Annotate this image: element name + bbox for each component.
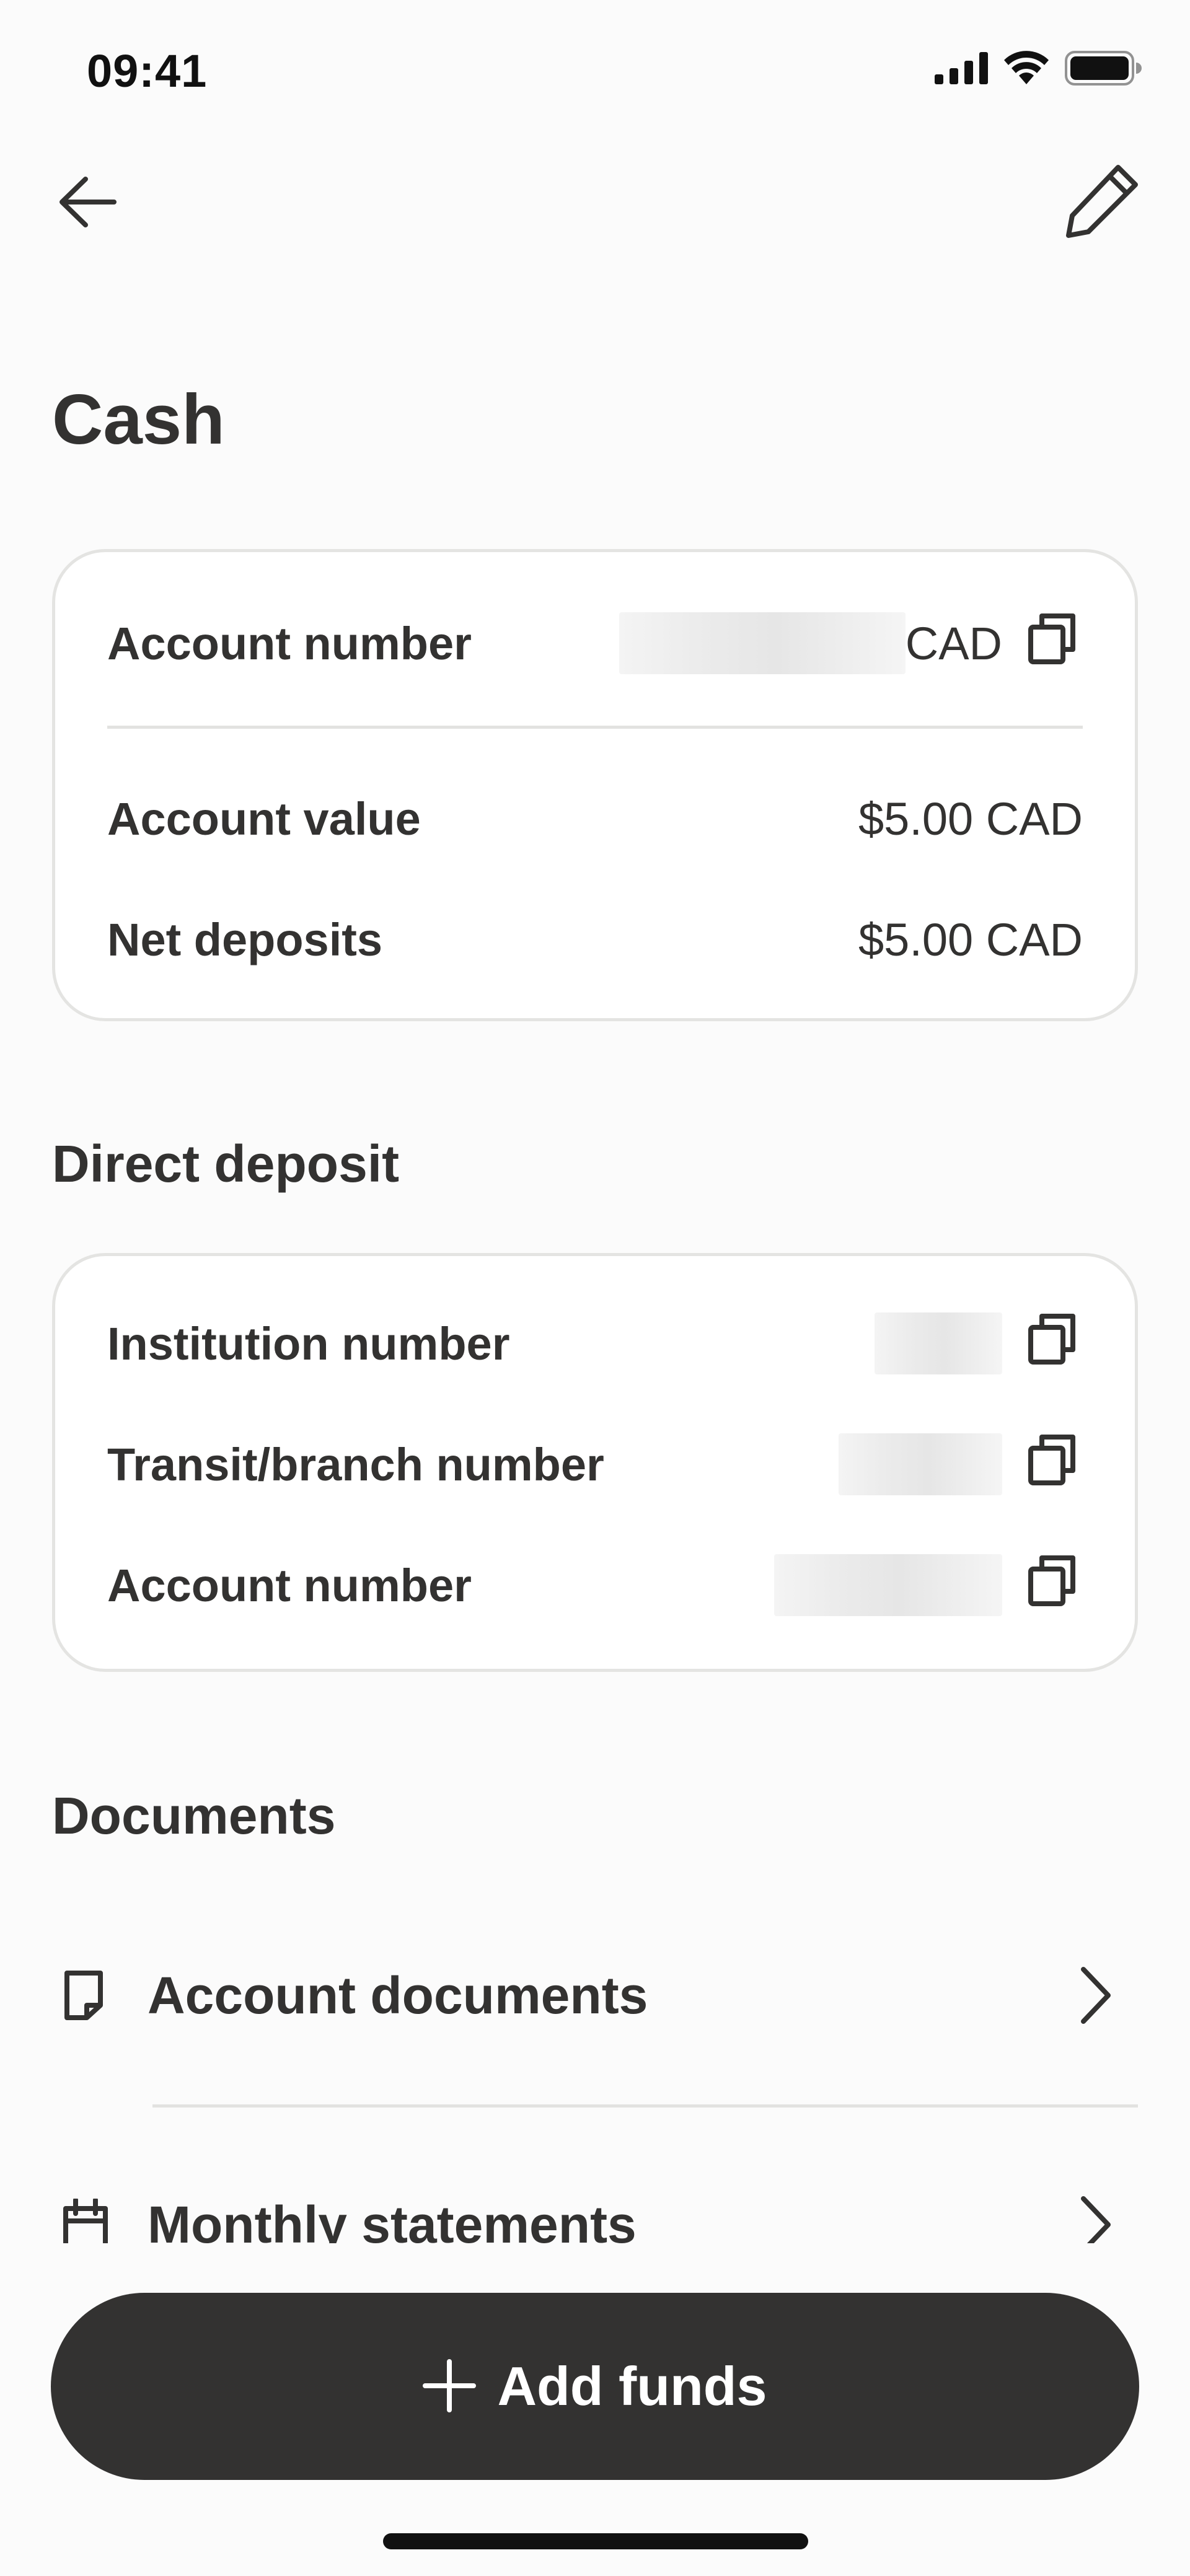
card-divider xyxy=(107,726,1083,729)
account-value-row: Account value $5.00 CAD xyxy=(107,785,1083,853)
pencil-icon xyxy=(1064,162,1140,242)
add-funds-button[interactable]: Add funds xyxy=(51,2293,1139,2480)
account-value-label: Account value xyxy=(107,793,421,845)
plus-icon xyxy=(423,2358,477,2414)
document-icon xyxy=(52,1961,120,2029)
account-summary-card: Account number CAD Account value $5.00 C… xyxy=(52,549,1138,1021)
account-documents-label: Account documents xyxy=(148,1966,648,2024)
redacted-institution-number xyxy=(875,1312,1002,1374)
copy-icon xyxy=(1027,1554,1077,1617)
institution-number-row: Institution number xyxy=(107,1309,1083,1378)
wifi-icon xyxy=(1003,51,1050,89)
home-indicator xyxy=(383,2533,808,2549)
account-documents-item[interactable]: Account documents xyxy=(52,1933,1138,2057)
institution-number-label: Institution number xyxy=(107,1317,510,1369)
copy-icon xyxy=(1027,612,1077,675)
redacted-account-number xyxy=(619,612,906,674)
back-button[interactable] xyxy=(45,160,131,247)
transit-number-row: Transit/branch number xyxy=(107,1430,1083,1498)
account-number-row: Account number CAD xyxy=(107,609,1083,677)
copy-direct-deposit-account-button[interactable] xyxy=(1021,1554,1083,1616)
copy-account-number-button[interactable] xyxy=(1021,612,1083,674)
transit-number-label: Transit/branch number xyxy=(107,1438,604,1490)
net-deposits-label: Net deposits xyxy=(107,913,383,965)
direct-deposit-title: Direct deposit xyxy=(52,1135,400,1193)
status-time: 09:41 xyxy=(87,45,208,97)
account-number-label: Account number xyxy=(107,617,472,669)
copy-transit-number-button[interactable] xyxy=(1021,1433,1083,1495)
net-deposits-value: $5.00 CAD xyxy=(858,913,1083,965)
copy-icon xyxy=(1027,1312,1077,1375)
status-icons xyxy=(935,51,1142,89)
redacted-direct-deposit-account xyxy=(774,1554,1002,1616)
documents-title: Documents xyxy=(52,1787,336,1845)
battery-icon xyxy=(1065,51,1142,89)
documents-divider xyxy=(152,2104,1138,2108)
add-funds-label: Add funds xyxy=(497,2355,767,2417)
page-title: Cash xyxy=(52,380,225,459)
arrow-left-icon xyxy=(57,174,119,233)
account-number-value: CAD xyxy=(619,612,1083,674)
account-currency: CAD xyxy=(905,617,1002,669)
copy-institution-number-button[interactable] xyxy=(1021,1312,1083,1374)
edit-button[interactable] xyxy=(1059,159,1145,245)
direct-deposit-account-row: Account number xyxy=(107,1551,1083,1619)
direct-deposit-account-label: Account number xyxy=(107,1559,472,1611)
cellular-signal-icon xyxy=(935,52,988,87)
net-deposits-row: Net deposits $5.00 CAD xyxy=(107,905,1083,974)
account-value: $5.00 CAD xyxy=(858,793,1083,845)
direct-deposit-card: Institution number Transit/branch number xyxy=(52,1253,1138,1672)
copy-icon xyxy=(1027,1433,1077,1496)
chevron-right-icon xyxy=(1065,1964,1127,2026)
cash-account-screen: 09:41 Cash Account number CAD Account va… xyxy=(0,0,1190,2576)
redacted-transit-number xyxy=(839,1433,1002,1495)
